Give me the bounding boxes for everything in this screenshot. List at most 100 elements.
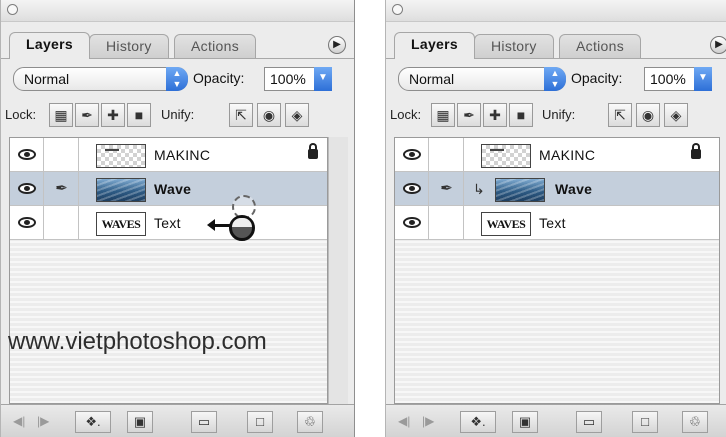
lock-label: Lock:	[390, 107, 422, 122]
eye-icon	[17, 217, 36, 228]
visibility-toggle[interactable]	[10, 206, 44, 240]
opacity-label: Opacity:	[193, 70, 245, 86]
link-slot[interactable]	[430, 138, 464, 172]
layer-style-icon[interactable]: ❖.	[75, 411, 111, 433]
layer-thumbnail	[96, 178, 146, 202]
panel-footer: ◀| |▶ ❖. ▣ ▭ □ ♲	[1, 404, 354, 437]
new-layer-icon[interactable]: □	[247, 411, 273, 433]
tab-history[interactable]: History	[474, 34, 554, 58]
layer-row-text[interactable]: WAVES Text	[10, 206, 327, 240]
next-state-icon[interactable]: |▶	[37, 414, 49, 428]
visibility-toggle[interactable]	[10, 138, 44, 172]
layer-row-makinc[interactable]: ▬▬ MAKINC	[395, 138, 719, 172]
visibility-toggle[interactable]	[395, 206, 429, 240]
clip-arrow-icon: ↳	[473, 181, 485, 197]
blend-mode-value: Normal	[24, 71, 70, 87]
select-arrows-icon: ▲ ▼	[166, 67, 188, 91]
blend-mode-value: Normal	[409, 71, 455, 87]
blend-mode-select[interactable]: Normal ▲ ▼	[398, 67, 566, 91]
tab-actions[interactable]: Actions	[174, 34, 257, 58]
unify-style-icon[interactable]: ◈	[664, 103, 688, 127]
link-slot[interactable]	[45, 138, 79, 172]
opacity-input[interactable]: 100% ▼	[264, 67, 332, 91]
collapse-button[interactable]	[392, 4, 403, 15]
lock-icon	[308, 143, 318, 159]
brush-icon: ✒	[55, 180, 68, 197]
layer-name: Text	[154, 215, 181, 231]
opacity-value: 100%	[650, 71, 686, 87]
trash-icon[interactable]: ♲	[297, 411, 323, 433]
watermark-text: www.vietphotoshop.com	[8, 328, 267, 355]
tab-bar: Layers History Actions ▶	[9, 32, 346, 59]
lock-all-icon[interactable]: ■	[509, 103, 533, 127]
link-slot[interactable]: ✒	[45, 172, 79, 206]
layer-name: Text	[539, 215, 566, 231]
opacity-dropdown-icon[interactable]: ▼	[694, 67, 712, 91]
tab-bar: Layers History Actions ▶	[394, 32, 726, 59]
layer-name: MAKINC	[154, 147, 211, 163]
lock-move-icon[interactable]: ✚	[101, 103, 125, 127]
clipping-cursor-icon	[207, 195, 265, 245]
layer-row-makinc[interactable]: ▬▬ MAKINC	[10, 138, 327, 172]
trash-icon[interactable]: ♲	[682, 411, 708, 433]
panel-menu-icon[interactable]: ▶	[328, 36, 346, 54]
tab-history[interactable]: History	[89, 34, 169, 58]
unify-visibility-icon[interactable]: ◉	[257, 103, 281, 127]
layers-panel-right: Layers History Actions ▶ Normal ▲ ▼ Opaci…	[385, 0, 726, 437]
unify-style-icon[interactable]: ◈	[285, 103, 309, 127]
unify-position-icon[interactable]: ⇱	[608, 103, 632, 127]
new-layer-icon[interactable]: □	[632, 411, 658, 433]
layer-name: Wave	[154, 181, 192, 197]
opacity-input[interactable]: 100% ▼	[644, 67, 712, 91]
add-mask-icon[interactable]: ▣	[512, 411, 538, 433]
link-slot[interactable]	[430, 206, 464, 240]
link-slot[interactable]	[45, 206, 79, 240]
collapse-button[interactable]	[7, 4, 18, 15]
lock-all-icon[interactable]: ■	[127, 103, 151, 127]
panel-titlebar[interactable]	[1, 0, 354, 22]
lock-transparency-icon[interactable]: ▦	[431, 103, 455, 127]
tab-layers[interactable]: Layers	[394, 32, 475, 59]
lock-brush-icon[interactable]: ✒	[75, 103, 99, 127]
lock-transparency-icon[interactable]: ▦	[49, 103, 73, 127]
visibility-toggle[interactable]	[395, 172, 429, 206]
previous-state-icon[interactable]: ◀|	[13, 414, 25, 428]
layer-thumbnail: WAVES	[96, 212, 146, 236]
lock-move-icon[interactable]: ✚	[483, 103, 507, 127]
layer-thumbnail: ▬▬	[96, 144, 146, 168]
layer-thumbnail	[495, 178, 545, 202]
layer-row-wave[interactable]: ✒ ↳ Wave	[395, 172, 719, 206]
layer-name: MAKINC	[539, 147, 596, 163]
visibility-toggle[interactable]	[10, 172, 44, 206]
panel-titlebar[interactable]	[386, 0, 726, 22]
previous-state-icon[interactable]: ◀|	[398, 414, 410, 428]
panel-gap	[355, 0, 385, 437]
lock-row: Lock: ▦ ✒ ✚ ■ Unify: ⇱ ◉ ◈	[1, 101, 354, 131]
eye-icon	[17, 183, 36, 194]
blend-mode-select[interactable]: Normal ▲ ▼	[13, 67, 188, 91]
unify-visibility-icon[interactable]: ◉	[636, 103, 660, 127]
new-group-icon[interactable]: ▭	[191, 411, 217, 433]
layer-row-text[interactable]: WAVES Text	[395, 206, 719, 240]
panel-menu-icon[interactable]: ▶	[710, 36, 726, 54]
add-mask-icon[interactable]: ▣	[127, 411, 153, 433]
opacity-value: 100%	[270, 71, 306, 87]
brush-icon: ✒	[440, 180, 453, 197]
visibility-toggle[interactable]	[395, 138, 429, 172]
unify-label: Unify:	[542, 107, 576, 122]
layer-row-wave[interactable]: ✒ Wave	[10, 172, 327, 206]
select-arrows-icon: ▲ ▼	[544, 67, 566, 91]
layer-style-icon[interactable]: ❖.	[460, 411, 496, 433]
opacity-label: Opacity:	[571, 70, 623, 86]
opacity-dropdown-icon[interactable]: ▼	[314, 67, 332, 91]
eye-icon	[17, 149, 36, 160]
link-slot[interactable]: ✒	[430, 172, 464, 206]
tab-layers[interactable]: Layers	[9, 32, 90, 59]
scrollbar[interactable]	[328, 137, 348, 404]
unify-position-icon[interactable]: ⇱	[229, 103, 253, 127]
lock-brush-icon[interactable]: ✒	[457, 103, 481, 127]
new-group-icon[interactable]: ▭	[576, 411, 602, 433]
next-state-icon[interactable]: |▶	[422, 414, 434, 428]
layer-thumbnail: WAVES	[481, 212, 531, 236]
tab-actions[interactable]: Actions	[559, 34, 642, 58]
